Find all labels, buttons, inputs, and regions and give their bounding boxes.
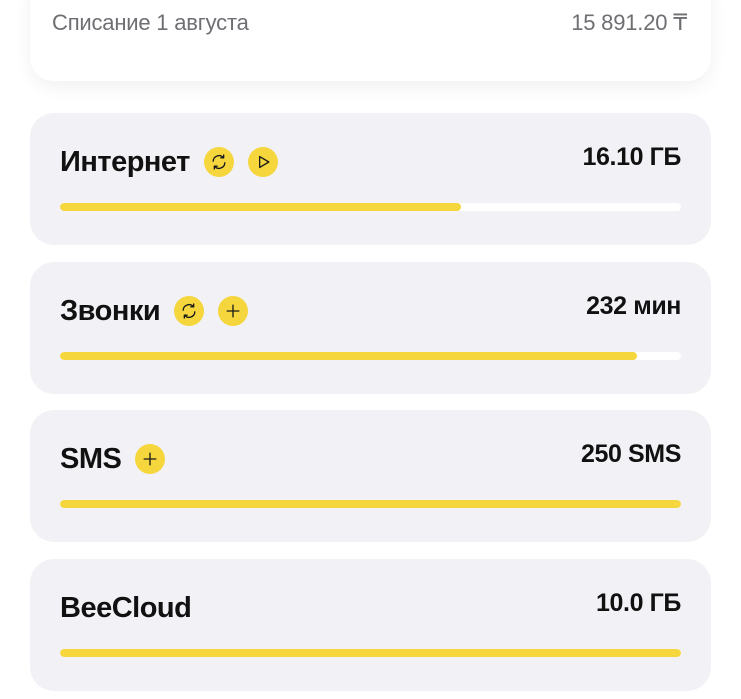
calls-refresh-button[interactable] (174, 296, 205, 326)
sms-title-row: SMS (60, 442, 166, 476)
plus-icon (226, 304, 240, 318)
internet-title: Интернет (60, 145, 190, 178)
beecloud-title: BeeCloud (60, 591, 192, 624)
internet-title-row: Интернет (60, 145, 278, 179)
internet-play-button[interactable] (247, 147, 278, 177)
billing-date-label: Списание 1 августа (52, 10, 249, 35)
calls-title-row: Звонки (60, 294, 249, 328)
play-icon (258, 155, 270, 169)
beecloud-usage-card[interactable]: BeeCloud 10.0 ГБ (30, 559, 711, 691)
calls-title: Звонки (60, 294, 161, 327)
calls-amount: 232 мин (586, 292, 681, 320)
calls-usage-card[interactable]: Звонки 232 мин (30, 262, 711, 394)
calls-progress-track (60, 352, 681, 360)
sms-progress-track (60, 500, 681, 508)
internet-usage-card[interactable]: Интернет 16.10 ГБ (30, 113, 711, 245)
beecloud-title-row: BeeCloud (60, 591, 192, 625)
sms-title: SMS (60, 442, 122, 475)
beecloud-amount: 10.0 ГБ (596, 589, 681, 617)
refresh-icon (212, 154, 226, 170)
internet-amount: 16.10 ГБ (582, 143, 682, 171)
sms-usage-card[interactable]: SMS 250 SMS (30, 410, 711, 542)
calls-add-button[interactable] (218, 296, 249, 326)
billing-card: Списание 1 августа 15 891.20 ₸ (30, 0, 711, 81)
beecloud-progress-track (60, 649, 681, 657)
sms-amount: 250 SMS (580, 440, 681, 468)
refresh-icon (182, 303, 196, 319)
sms-add-button[interactable] (135, 444, 166, 474)
internet-refresh-button[interactable] (203, 147, 234, 177)
beecloud-progress-fill (60, 649, 681, 657)
calls-progress-fill (60, 352, 637, 360)
internet-progress-track (60, 203, 681, 211)
plus-icon (143, 452, 157, 466)
internet-progress-fill (60, 203, 461, 211)
billing-amount: 15 891.20 ₸ (571, 10, 687, 35)
sms-progress-fill (60, 500, 681, 508)
